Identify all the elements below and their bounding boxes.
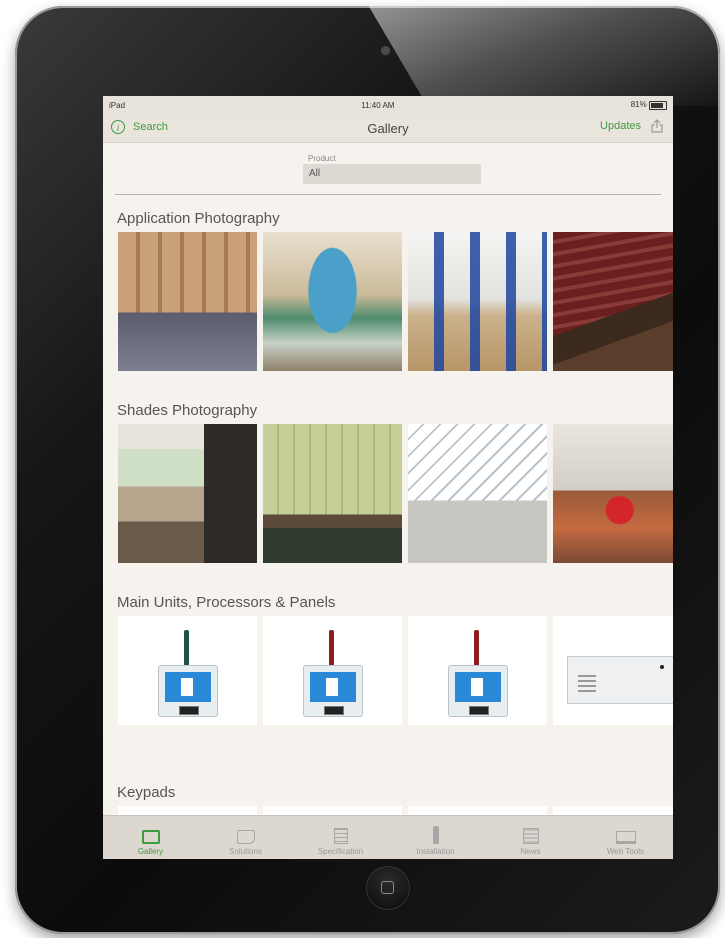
- product-thumbnail[interactable]: [408, 616, 547, 725]
- share-icon[interactable]: [651, 119, 663, 133]
- section-title-keypads: Keypads: [117, 784, 176, 801]
- tab-bar: Gallery Solutions Specification Installa…: [103, 815, 673, 859]
- tab-label: Solutions: [229, 847, 262, 856]
- product-thumbnail[interactable]: [118, 616, 257, 725]
- tab-gallery[interactable]: Gallery: [111, 830, 191, 856]
- processor-module-image: [118, 616, 257, 725]
- gallery-icon: [141, 830, 160, 844]
- filter-label: Product: [308, 154, 336, 163]
- ipad-device: iPad 11:40 AM 81% i Search Gallery Updat…: [15, 6, 720, 934]
- screen: iPad 11:40 AM 81% i Search Gallery Updat…: [103, 96, 673, 859]
- installation-icon: [432, 826, 439, 844]
- tab-label: Specification: [317, 847, 364, 856]
- web-tools-icon: [615, 831, 636, 844]
- navigation-bar: i Search Gallery Updates: [103, 114, 673, 143]
- news-icon: [522, 828, 539, 844]
- camera-icon: [381, 46, 390, 55]
- product-select[interactable]: All: [303, 164, 481, 184]
- section-title-main-units: Main Units, Processors & Panels: [117, 594, 336, 611]
- device-label: iPad: [109, 100, 126, 110]
- main-units-row: [118, 616, 673, 725]
- tab-installation[interactable]: Installation: [396, 826, 476, 856]
- gallery-thumbnail[interactable]: [118, 424, 257, 563]
- glass-reflection: [368, 6, 720, 106]
- specification-icon: [333, 828, 348, 844]
- product-thumbnail[interactable]: [263, 616, 402, 725]
- tab-solutions[interactable]: Solutions: [206, 830, 286, 856]
- tab-specification[interactable]: Specification: [301, 828, 381, 856]
- nav-right: Updates: [600, 119, 663, 133]
- gallery-thumbnail[interactable]: [553, 424, 673, 563]
- status-bar: iPad 11:40 AM 81%: [103, 96, 673, 114]
- gallery-thumbnail[interactable]: [408, 232, 547, 371]
- application-photography-row: [118, 232, 673, 371]
- processor-module-image: [263, 616, 402, 725]
- gallery-thumbnail[interactable]: [553, 232, 673, 371]
- solutions-icon: [236, 830, 255, 844]
- battery-icon: [648, 100, 667, 110]
- home-button[interactable]: [366, 866, 410, 910]
- tab-label: News: [520, 847, 541, 856]
- section-title-shades-photography: Shades Photography: [117, 402, 258, 419]
- tab-web-tools[interactable]: Web Tools: [586, 831, 666, 856]
- gallery-thumbnail[interactable]: [118, 232, 257, 371]
- battery-percent: 81%: [630, 100, 647, 110]
- divider: [115, 194, 661, 195]
- status-time: 11:40 AM: [361, 100, 395, 110]
- processor-module-image: [408, 616, 547, 725]
- product-filter: Product All: [303, 154, 481, 184]
- tab-label: Gallery: [137, 847, 164, 856]
- gallery-thumbnail[interactable]: [408, 424, 547, 563]
- section-title-application-photography: Application Photography: [117, 210, 280, 227]
- product-thumbnail[interactable]: [553, 616, 673, 725]
- page-title: Gallery: [367, 121, 409, 136]
- battery-indicator: 81%: [630, 100, 667, 110]
- tab-news[interactable]: News: [491, 828, 571, 856]
- panel-unit-image: [553, 616, 673, 725]
- gallery-thumbnail[interactable]: [263, 424, 402, 563]
- tab-label: Web Tools: [606, 847, 645, 856]
- home-icon: [381, 881, 394, 894]
- gallery-thumbnail[interactable]: [263, 232, 402, 371]
- tab-label: Installation: [416, 847, 455, 856]
- updates-button[interactable]: Updates: [600, 120, 641, 132]
- shades-photography-row: [118, 424, 673, 563]
